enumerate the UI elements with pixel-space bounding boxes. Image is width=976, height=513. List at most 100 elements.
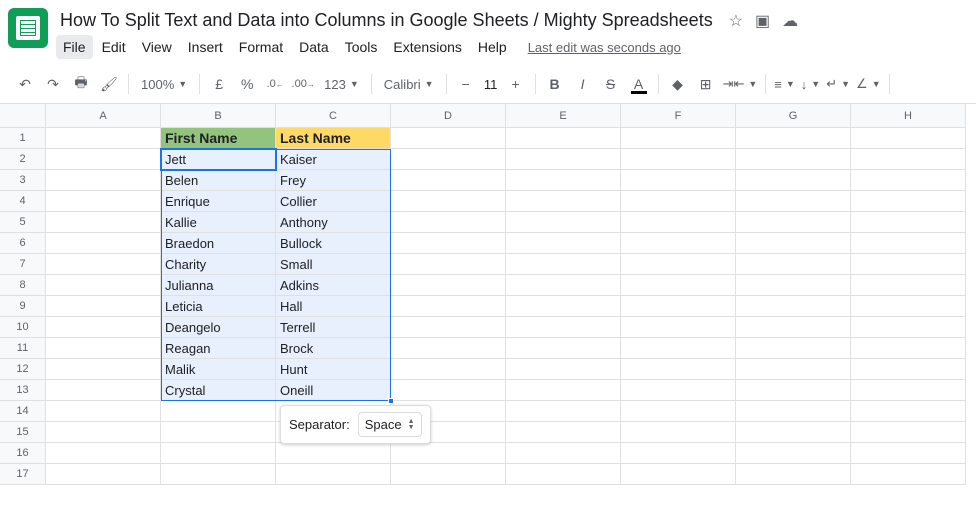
cell[interactable]	[506, 233, 621, 254]
cell[interactable]	[736, 317, 851, 338]
cell[interactable]	[851, 170, 966, 191]
cell[interactable]: Bullock	[276, 233, 391, 254]
cell[interactable]	[621, 233, 736, 254]
document-title[interactable]: How To Split Text and Data into Columns …	[56, 8, 717, 33]
cell[interactable]	[851, 317, 966, 338]
cell[interactable]	[46, 254, 161, 275]
cell[interactable]	[851, 128, 966, 149]
cell[interactable]	[506, 401, 621, 422]
undo-button[interactable]: ↶	[12, 71, 38, 97]
separator-dropdown[interactable]: Space ▲▼	[358, 412, 422, 437]
cell[interactable]	[621, 317, 736, 338]
cell[interactable]	[391, 233, 506, 254]
cell[interactable]	[736, 422, 851, 443]
cell[interactable]	[851, 149, 966, 170]
strikethrough-button[interactable]: S	[598, 71, 624, 97]
increase-decimal-button[interactable]: .00→	[290, 71, 316, 97]
cell[interactable]	[851, 212, 966, 233]
cell[interactable]	[276, 464, 391, 485]
cell[interactable]	[391, 191, 506, 212]
menu-edit[interactable]: Edit	[95, 35, 133, 59]
cell[interactable]	[736, 296, 851, 317]
cell[interactable]	[621, 443, 736, 464]
row-header[interactable]: 17	[0, 464, 46, 485]
cell[interactable]: Kaiser	[276, 149, 391, 170]
menu-tools[interactable]: Tools	[338, 35, 385, 59]
cell[interactable]	[161, 401, 276, 422]
cell[interactable]	[46, 170, 161, 191]
cell[interactable]	[46, 338, 161, 359]
font-size-decrease[interactable]: −	[453, 71, 479, 97]
cell[interactable]	[391, 254, 506, 275]
cell[interactable]	[736, 254, 851, 275]
menu-file[interactable]: File	[56, 35, 93, 59]
cell[interactable]	[391, 464, 506, 485]
cell[interactable]	[621, 380, 736, 401]
cell[interactable]: Deangelo	[161, 317, 276, 338]
cell[interactable]	[506, 170, 621, 191]
cell[interactable]	[506, 254, 621, 275]
cell[interactable]: Julianna	[161, 275, 276, 296]
cell[interactable]	[391, 212, 506, 233]
cell[interactable]	[621, 464, 736, 485]
cell[interactable]	[46, 212, 161, 233]
menu-help[interactable]: Help	[471, 35, 514, 59]
cell[interactable]	[621, 359, 736, 380]
cell[interactable]	[276, 443, 391, 464]
text-color-button[interactable]: A	[626, 71, 652, 97]
cell[interactable]: Adkins	[276, 275, 391, 296]
cell[interactable]: Small	[276, 254, 391, 275]
cell[interactable]	[391, 275, 506, 296]
cell[interactable]	[736, 191, 851, 212]
cell[interactable]	[506, 317, 621, 338]
cell[interactable]: Belen	[161, 170, 276, 191]
cell[interactable]	[506, 464, 621, 485]
cell[interactable]	[736, 149, 851, 170]
cell[interactable]	[46, 149, 161, 170]
cell[interactable]	[851, 359, 966, 380]
cell[interactable]: Brock	[276, 338, 391, 359]
row-header[interactable]: 15	[0, 422, 46, 443]
cell[interactable]	[851, 338, 966, 359]
cell[interactable]	[621, 338, 736, 359]
cell[interactable]	[506, 212, 621, 233]
menu-insert[interactable]: Insert	[181, 35, 230, 59]
row-header[interactable]: 4	[0, 191, 46, 212]
paint-format-button[interactable]: 🖌	[96, 71, 122, 97]
cell[interactable]: Braedon	[161, 233, 276, 254]
font-size-increase[interactable]: +	[503, 71, 529, 97]
cell[interactable]	[391, 317, 506, 338]
cell[interactable]: Anthony	[276, 212, 391, 233]
cell[interactable]: Jett	[161, 149, 276, 170]
row-header[interactable]: 9	[0, 296, 46, 317]
cell[interactable]	[46, 128, 161, 149]
sheets-logo[interactable]	[8, 8, 48, 48]
cell[interactable]	[851, 401, 966, 422]
row-header[interactable]: 5	[0, 212, 46, 233]
column-header-c[interactable]: C	[276, 104, 391, 128]
cell[interactable]	[851, 443, 966, 464]
cell[interactable]	[736, 380, 851, 401]
row-header[interactable]: 16	[0, 443, 46, 464]
cell[interactable]: Frey	[276, 170, 391, 191]
cell[interactable]	[621, 254, 736, 275]
cell[interactable]	[391, 296, 506, 317]
cell[interactable]	[506, 338, 621, 359]
cell[interactable]	[736, 212, 851, 233]
row-header[interactable]: 14	[0, 401, 46, 422]
cell[interactable]: Crystal	[161, 380, 276, 401]
cell[interactable]	[621, 212, 736, 233]
cell[interactable]	[736, 443, 851, 464]
row-header[interactable]: 1	[0, 128, 46, 149]
cell[interactable]	[736, 401, 851, 422]
cell[interactable]	[506, 191, 621, 212]
column-header-b[interactable]: B	[161, 104, 276, 128]
cell[interactable]	[391, 170, 506, 191]
cell[interactable]	[851, 275, 966, 296]
column-header-d[interactable]: D	[391, 104, 506, 128]
horizontal-align-dropdown[interactable]: ≡▼	[772, 71, 797, 97]
cell[interactable]	[736, 170, 851, 191]
cell[interactable]: Hall	[276, 296, 391, 317]
borders-button[interactable]: ⊞	[693, 71, 719, 97]
column-header-e[interactable]: E	[506, 104, 621, 128]
